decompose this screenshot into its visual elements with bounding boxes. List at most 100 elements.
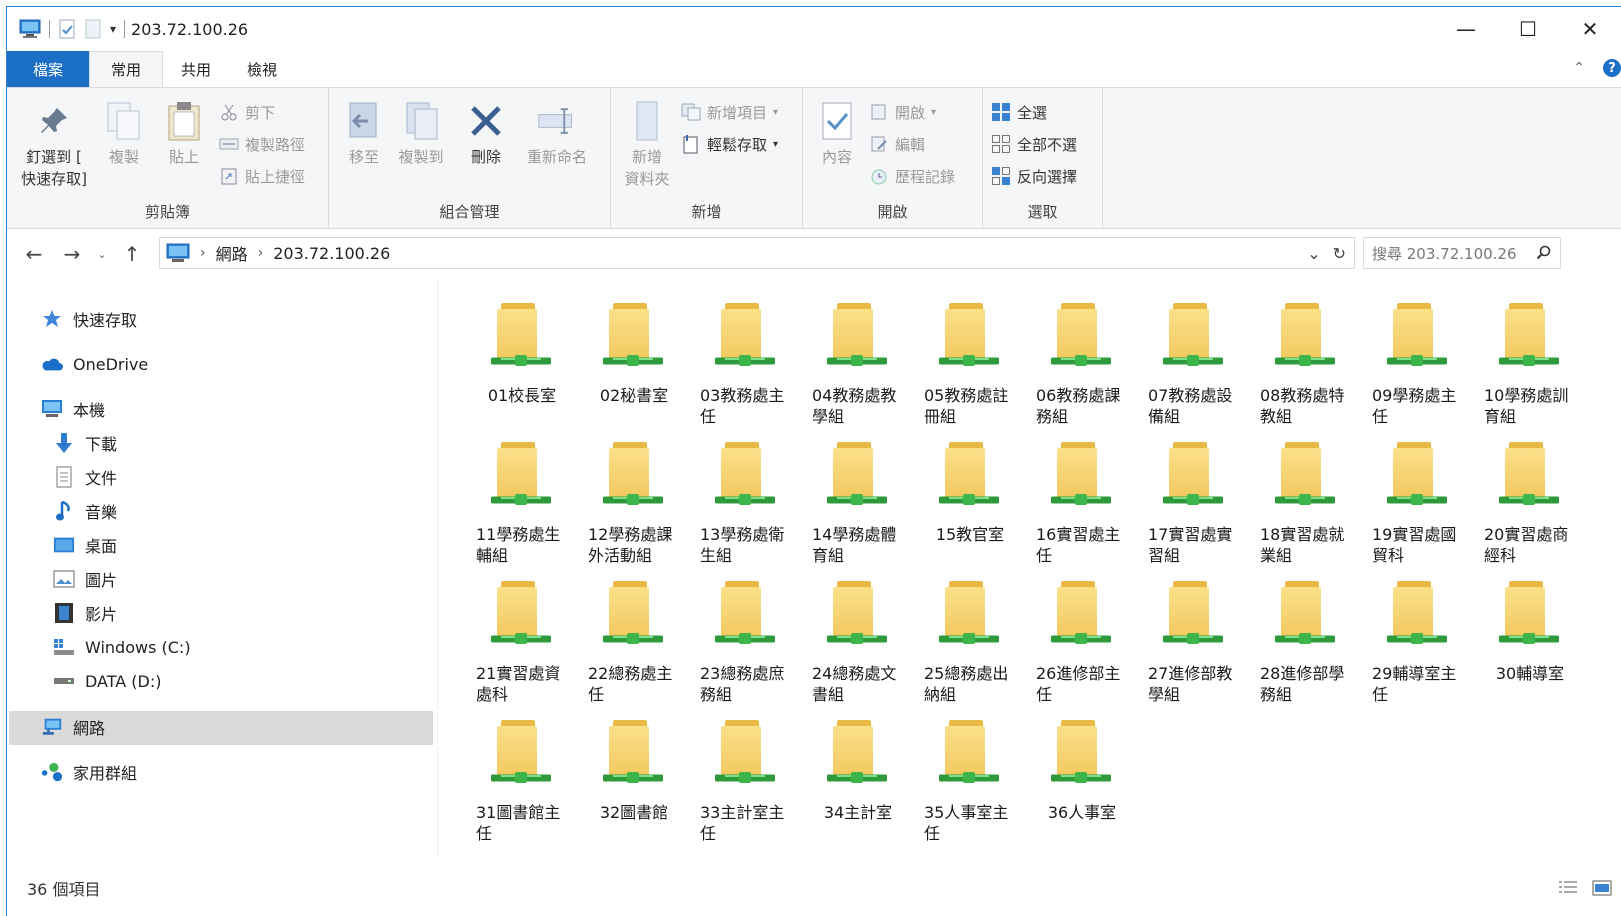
select-none-button[interactable]: 全部不選 xyxy=(991,130,1077,158)
maximize-button[interactable]: ☐ xyxy=(1497,7,1559,51)
nav-this-pc[interactable]: 本機 xyxy=(41,393,105,425)
nav-documents[interactable]: 文件 xyxy=(53,461,117,493)
search-box[interactable]: 搜尋 203.72.100.26 xyxy=(1363,237,1561,269)
window-title: 203.72.100.26 xyxy=(131,19,249,39)
shared-folder-item[interactable]: 19實習處國貿科 xyxy=(1362,434,1474,566)
new-folder-button[interactable]: 新增 資料夾 xyxy=(619,100,675,190)
nav-downloads[interactable]: 下載 xyxy=(53,427,117,459)
nav-desktop[interactable]: 桌面 xyxy=(53,529,117,561)
shared-folder-item[interactable]: 17實習處實習組 xyxy=(1138,434,1250,566)
up-arrow-icon[interactable]: ↑ xyxy=(113,242,151,266)
shared-folder-item[interactable]: 01校長室 xyxy=(466,295,578,406)
shared-folder-item[interactable]: 22總務處主任 xyxy=(578,573,690,705)
shared-folder-item[interactable]: 27進修部教學組 xyxy=(1138,573,1250,705)
shared-folder-item[interactable]: 16實習處主任 xyxy=(1026,434,1138,566)
nav-videos[interactable]: 影片 xyxy=(53,597,117,629)
copy-button[interactable]: 複製 xyxy=(99,100,149,168)
shared-folder-item[interactable]: 30輔導室 xyxy=(1474,573,1586,684)
shared-folder-item[interactable]: 25總務處出納組 xyxy=(914,573,1026,705)
rename-button[interactable]: 重新命名 xyxy=(517,100,597,168)
shared-folder-item[interactable]: 33主計室主任 xyxy=(690,712,802,844)
customize-toolbar-icon[interactable]: ▾ xyxy=(110,22,116,36)
shared-folder-item[interactable]: 04教務處教學組 xyxy=(802,295,914,427)
shared-folder-item[interactable]: 18實習處就業組 xyxy=(1250,434,1362,566)
shared-folder-item[interactable]: 24總務處文書組 xyxy=(802,573,914,705)
invert-selection-button[interactable]: 反向選擇 xyxy=(991,162,1077,190)
shared-folder-item[interactable]: 31圖書館主任 xyxy=(466,712,578,844)
tab-home[interactable]: 常用 xyxy=(89,51,163,87)
collapse-ribbon-icon[interactable]: ⌃ xyxy=(1573,60,1585,76)
forward-arrow-icon[interactable]: → xyxy=(53,242,91,266)
copy-to-button[interactable]: 複製到 xyxy=(391,100,451,168)
shared-folder-item[interactable]: 06教務處課務組 xyxy=(1026,295,1138,427)
breadcrumb-current[interactable]: 203.72.100.26 xyxy=(273,244,390,263)
shared-folder-item[interactable]: 02秘書室 xyxy=(578,295,690,406)
history-button[interactable]: 歷程記錄 xyxy=(869,162,955,190)
nav-music[interactable]: 音樂 xyxy=(53,495,117,527)
tab-file[interactable]: 檔案 xyxy=(7,51,89,87)
shared-folder-item[interactable]: 21實習處資處科 xyxy=(466,573,578,705)
shared-folder-item[interactable]: 35人事室主任 xyxy=(914,712,1026,844)
shared-folder-item[interactable]: 20實習處商經科 xyxy=(1474,434,1586,566)
breadcrumb-chevron-icon[interactable]: › xyxy=(200,245,206,261)
nav-quick-access[interactable]: 快速存取 xyxy=(41,303,137,335)
close-button[interactable]: ✕ xyxy=(1559,7,1621,51)
delete-button[interactable]: 刪除 xyxy=(461,100,511,168)
copy-path-button[interactable]: 複製路徑 xyxy=(219,130,305,158)
shared-folder-item[interactable]: 28進修部學務組 xyxy=(1250,573,1362,705)
shared-folder-item[interactable]: 36人事室 xyxy=(1026,712,1138,823)
shared-folder-item[interactable]: 34主計室 xyxy=(802,712,914,823)
shared-folder-item[interactable]: 13學務處衛生組 xyxy=(690,434,802,566)
shared-folder-item[interactable]: 26進修部主任 xyxy=(1026,573,1138,705)
paste-button[interactable]: 貼上 xyxy=(157,100,211,168)
nav-network[interactable]: 網路 xyxy=(41,711,105,743)
shared-folder-item[interactable]: 29輔導室主任 xyxy=(1362,573,1474,705)
properties-icon[interactable] xyxy=(58,19,76,39)
nav-drive-d[interactable]: DATA (D:) xyxy=(53,665,162,697)
shared-folder-item[interactable]: 03教務處主任 xyxy=(690,295,802,427)
nav-pictures[interactable]: 圖片 xyxy=(53,563,117,595)
refresh-icon[interactable]: ↻ xyxy=(1333,244,1346,263)
tab-view[interactable]: 檢視 xyxy=(229,51,295,87)
new-item-button[interactable]: 新增項目 ▾ xyxy=(681,98,778,126)
select-all-button[interactable]: 全選 xyxy=(991,98,1047,126)
shared-folder-item[interactable]: 05教務處註冊組 xyxy=(914,295,1026,427)
computer-icon[interactable] xyxy=(19,19,41,39)
clipboard-group: 釘選到 [ 快速存取] 複製 貼上 剪下 複製路徑 貼上捷徑 剪貼簿 xyxy=(7,88,329,228)
large-icons-view-icon[interactable] xyxy=(1591,879,1613,897)
shared-folder-item[interactable]: 10學務處訓育組 xyxy=(1474,295,1586,427)
shared-folder-item[interactable]: 23總務處庶務組 xyxy=(690,573,802,705)
easy-access-button[interactable]: 輕鬆存取 ▾ xyxy=(681,130,778,158)
new-folder-icon[interactable] xyxy=(84,19,102,39)
shared-folder-item[interactable]: 08教務處特教組 xyxy=(1250,295,1362,427)
pin-quick-access-button[interactable]: 釘選到 [ 快速存取] xyxy=(17,100,91,190)
edit-button[interactable]: 編輯 xyxy=(869,130,925,158)
breadcrumb-network[interactable]: 網路 xyxy=(216,241,248,265)
tab-share[interactable]: 共用 xyxy=(163,51,229,87)
nav-onedrive[interactable]: OneDrive xyxy=(41,348,148,380)
shared-folder-item[interactable]: 14學務處體育組 xyxy=(802,434,914,566)
address-box[interactable]: › 網路 › 203.72.100.26 ⌄ ↻ xyxy=(159,237,1355,269)
breadcrumb-chevron-icon[interactable]: › xyxy=(258,245,264,261)
shared-folder-item[interactable]: 09學務處主任 xyxy=(1362,295,1474,427)
address-dropdown-icon[interactable]: ⌄ xyxy=(1307,244,1320,263)
back-arrow-icon[interactable]: ← xyxy=(15,242,53,266)
nav-homegroup[interactable]: 家用群組 xyxy=(41,756,137,788)
minimize-button[interactable]: — xyxy=(1435,7,1497,51)
shared-folder-item[interactable]: 12學務處課外活動組 xyxy=(578,434,690,566)
paste-shortcut-button[interactable]: 貼上捷徑 xyxy=(219,162,305,190)
shared-folder-item[interactable]: 11學務處生輔組 xyxy=(466,434,578,566)
move-to-button[interactable]: 移至 xyxy=(341,100,387,168)
shared-folder-item[interactable]: 32圖書館 xyxy=(578,712,690,823)
cut-button[interactable]: 剪下 xyxy=(219,98,275,126)
open-button[interactable]: 開啟 ▾ xyxy=(869,98,936,126)
nav-drive-c[interactable]: Windows (C:) xyxy=(53,631,191,663)
shared-folder-item[interactable]: 15教官室 xyxy=(914,434,1026,545)
details-view-icon[interactable] xyxy=(1557,879,1579,897)
nav-desktop-label: 桌面 xyxy=(85,537,118,556)
recent-locations-icon[interactable]: ⌄ xyxy=(91,248,113,261)
help-icon[interactable]: ? xyxy=(1603,59,1621,77)
address-bar-row: ← → ⌄ ↑ › 網路 › 203.72.100.26 ⌄ ↻ 搜尋 203.… xyxy=(7,229,1621,279)
properties-button[interactable]: 內容 xyxy=(813,100,861,168)
shared-folder-item[interactable]: 07教務處設備組 xyxy=(1138,295,1250,427)
